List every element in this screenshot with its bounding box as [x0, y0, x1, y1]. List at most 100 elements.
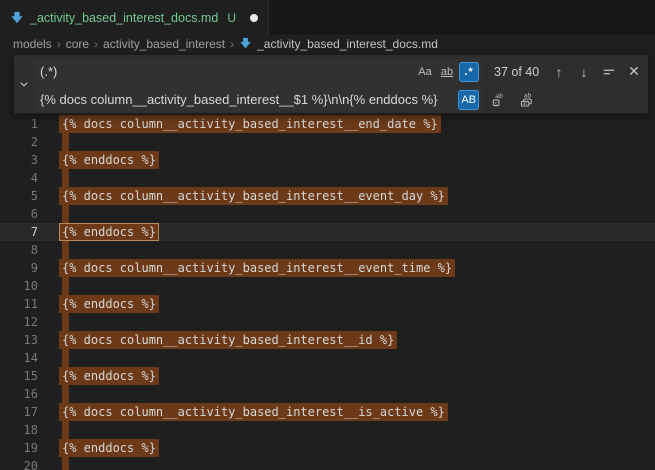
find-match-highlight: {% docs column__activity_based_interest_…	[59, 187, 448, 205]
file-markdown-arrow-icon	[10, 11, 24, 25]
find-match-highlight: {% docs column__activity_based_interest_…	[59, 331, 397, 349]
tab-filename: _activity_based_interest_docs.md	[30, 11, 218, 25]
editor-line[interactable]: 8	[0, 241, 655, 259]
next-match-button[interactable]: ↓	[574, 62, 594, 82]
whole-word-button[interactable]: ab	[437, 62, 457, 82]
line-number: 10	[0, 277, 38, 295]
breadcrumb-separator-icon: ›	[230, 37, 234, 51]
breadcrumb-item[interactable]: _activity_based_interest_docs.md	[239, 37, 438, 51]
line-content	[62, 313, 655, 331]
line-number: 2	[0, 133, 38, 151]
editor-line[interactable]: 4	[0, 169, 655, 187]
find-match-highlight	[62, 313, 69, 331]
editor-line[interactable]: 3{% enddocs %}	[0, 151, 655, 169]
file-markdown-arrow-icon	[239, 37, 252, 50]
replace-input[interactable]: {% docs column__activity_based_interest_…	[34, 87, 482, 112]
line-content: {% enddocs %}	[62, 151, 655, 169]
breadcrumb-label: _activity_based_interest_docs.md	[257, 37, 438, 51]
editor-line[interactable]: 10	[0, 277, 655, 295]
editor-line[interactable]: 15 {% enddocs %}	[0, 367, 655, 385]
breadcrumb-item[interactable]: core	[66, 37, 89, 51]
find-match-highlight	[62, 421, 69, 439]
line-number: 9	[0, 259, 38, 277]
line-content	[62, 133, 655, 151]
editor-line[interactable]: 6	[0, 205, 655, 223]
editor-line[interactable]: 9 {% docs column__activity_based_interest…	[0, 259, 655, 277]
editor-line[interactable]: 20	[0, 457, 655, 470]
tab-bar: _activity_based_interest_docs.md U	[0, 0, 655, 35]
replace-all-button[interactable]: ab ac	[516, 90, 536, 110]
editor-line[interactable]: 14	[0, 349, 655, 367]
svg-text:ab: ab	[495, 93, 503, 100]
match-case-button[interactable]: Aa	[415, 62, 435, 82]
close-icon: ✕	[628, 63, 640, 80]
editor[interactable]: (.*) Aa ab .* 37 of 40 ↑ ↓	[0, 52, 655, 470]
line-content: {% docs column__activity_based_interest_…	[62, 331, 655, 349]
find-match-highlight: {% docs column__activity_based_interest_…	[59, 403, 448, 421]
breadcrumb-item[interactable]: activity_based_interest	[103, 37, 225, 51]
find-match-highlight: {% docs column__activity_based_interest_…	[59, 115, 441, 133]
close-find-button[interactable]: ✕	[624, 62, 644, 82]
line-content: {% enddocs %}	[62, 439, 655, 457]
line-number: 13	[0, 331, 38, 349]
breadcrumb-item[interactable]: models	[13, 37, 52, 51]
find-match-highlight	[62, 349, 69, 367]
find-input[interactable]: (.*) Aa ab .*	[34, 59, 482, 84]
line-number: 14	[0, 349, 38, 367]
editor-line[interactable]: 19{% enddocs %}	[0, 439, 655, 457]
find-match-highlight	[62, 457, 69, 470]
line-content: {% docs column__activity_based_interest_…	[62, 259, 655, 277]
find-match-highlight: {% docs column__activity_based_interest_…	[59, 259, 455, 277]
find-in-selection-button[interactable]	[599, 62, 619, 82]
regex-button[interactable]: .*	[459, 62, 479, 82]
preserve-case-button[interactable]: AB	[458, 90, 479, 110]
line-content: {% docs column__activity_based_interest_…	[62, 187, 655, 205]
breadcrumb-label: models	[13, 37, 52, 51]
line-number: 4	[0, 169, 38, 187]
match-count: 37 of 40	[494, 65, 539, 79]
find-match-highlight	[62, 241, 69, 259]
line-number: 12	[0, 313, 38, 331]
editor-line[interactable]: 7{% enddocs %}	[0, 223, 655, 241]
line-content: {% enddocs %}	[62, 223, 655, 241]
line-content	[62, 205, 655, 223]
editor-line[interactable]: 2	[0, 133, 655, 151]
find-match-highlight: {% enddocs %}	[59, 367, 159, 385]
editor-line[interactable]: 5{% docs column__activity_based_interest…	[0, 187, 655, 205]
find-match-highlight	[62, 205, 69, 223]
line-number: 15	[0, 367, 38, 385]
line-number: 6	[0, 205, 38, 223]
editor-line[interactable]: 18	[0, 421, 655, 439]
editor-line[interactable]: 1{% docs column__activity_based_interest…	[0, 115, 655, 133]
editor-line[interactable]: 17{% docs column__activity_based_interes…	[0, 403, 655, 421]
editor-line[interactable]: 11 {% enddocs %}	[0, 295, 655, 313]
line-content: {% enddocs %}	[62, 295, 655, 313]
line-content: {% docs column__activity_based_interest_…	[62, 403, 655, 421]
line-number: 18	[0, 421, 38, 439]
toggle-replace-button[interactable]	[14, 55, 34, 113]
breadcrumb-separator-icon: ›	[57, 37, 61, 51]
code-area[interactable]: 1{% docs column__activity_based_interest…	[0, 115, 655, 470]
line-number: 16	[0, 385, 38, 403]
find-input-value: (.*)	[40, 64, 415, 79]
current-find-match: {% enddocs %}	[59, 223, 159, 241]
git-status-badge: U	[227, 11, 236, 25]
line-number: 8	[0, 241, 38, 259]
tab-active-file[interactable]: _activity_based_interest_docs.md U	[0, 0, 269, 35]
find-match-highlight	[62, 133, 69, 151]
breadcrumb-separator-icon: ›	[94, 37, 98, 51]
editor-line[interactable]: 16	[0, 385, 655, 403]
replace-icon: ab c	[491, 92, 506, 107]
previous-match-button[interactable]: ↑	[549, 62, 569, 82]
find-match-highlight	[62, 385, 69, 403]
replace-input-value: {% docs column__activity_based_interest_…	[40, 92, 458, 107]
line-content: {% enddocs %}	[62, 367, 655, 385]
svg-text:ac: ac	[522, 101, 528, 106]
find-match-highlight	[62, 169, 69, 187]
replace-button[interactable]: ab c	[488, 90, 508, 110]
breadcrumb-label: core	[66, 37, 89, 51]
modified-dot-icon[interactable]	[250, 14, 258, 22]
line-number: 11	[0, 295, 38, 313]
editor-line[interactable]: 13 {% docs column__activity_based_interes…	[0, 331, 655, 349]
editor-line[interactable]: 12	[0, 313, 655, 331]
